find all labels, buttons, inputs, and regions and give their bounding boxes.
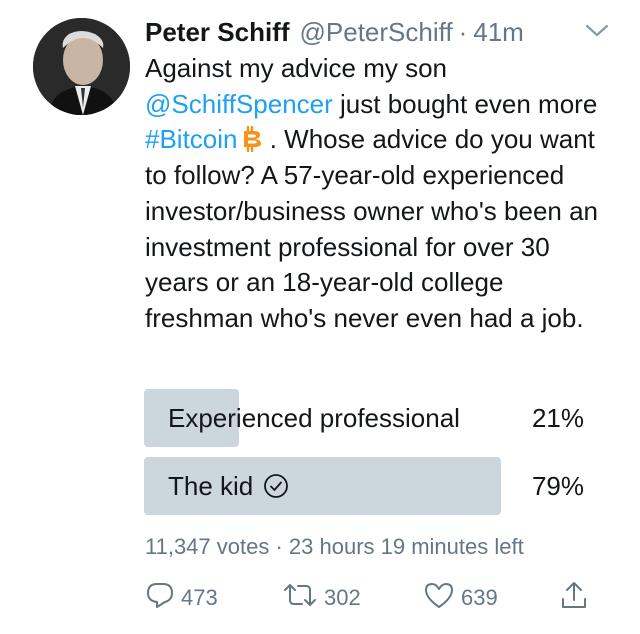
share-button[interactable] bbox=[559, 578, 595, 618]
reply-button[interactable]: 473 bbox=[145, 578, 218, 618]
avatar[interactable] bbox=[33, 18, 130, 115]
poll: Experienced professional 21% The kid 79% bbox=[144, 389, 596, 525]
author-handle[interactable]: @PeterSchiff bbox=[300, 17, 453, 48]
poll-option-label: The kid bbox=[168, 457, 289, 515]
check-circle-icon bbox=[263, 473, 289, 499]
reply-icon bbox=[145, 580, 181, 616]
poll-option-kid: The kid 79% bbox=[144, 457, 596, 515]
poll-option-percent: 79% bbox=[531, 470, 584, 501]
poll-option-experienced: Experienced professional 21% bbox=[144, 389, 596, 447]
bitcoin-icon bbox=[241, 126, 263, 153]
poll-option-text: Experienced professional bbox=[168, 402, 460, 433]
reply-count: 473 bbox=[181, 585, 218, 610]
tweet-text: Against my advice my son @SchiffSpencer … bbox=[145, 51, 615, 337]
retweet-count: 302 bbox=[324, 585, 361, 610]
tweet-text-part2: just bought even more bbox=[332, 88, 598, 119]
poll-option-percent: 21% bbox=[531, 402, 584, 433]
like-icon bbox=[423, 580, 461, 616]
tweet-actions: 473 302 639 bbox=[145, 578, 605, 618]
tweet-header: Peter Schiff @PeterSchiff · 41m bbox=[145, 14, 616, 50]
poll-option-text: The kid bbox=[168, 470, 254, 501]
poll-option-label: Experienced professional bbox=[168, 389, 460, 447]
author-name[interactable]: Peter Schiff bbox=[145, 17, 290, 48]
chevron-down-icon[interactable] bbox=[584, 20, 610, 40]
retweet-icon bbox=[282, 580, 324, 616]
tweet-text-part1: Against my advice my son bbox=[145, 53, 448, 83]
mention-link[interactable]: @SchiffSpencer bbox=[145, 89, 333, 119]
tweet-text-part3: . Whose advice do you want to follow? A … bbox=[145, 124, 599, 333]
separator-dot: · bbox=[458, 16, 468, 47]
retweet-button[interactable]: 302 bbox=[282, 578, 361, 618]
like-button[interactable]: 639 bbox=[423, 578, 498, 618]
like-count: 639 bbox=[461, 585, 498, 610]
tweet-timestamp[interactable]: 41m bbox=[473, 17, 524, 48]
hashtag-link[interactable]: #Bitcoin bbox=[145, 124, 238, 154]
tweet[interactable]: Peter Schiff @PeterSchiff · 41m Against … bbox=[0, 0, 640, 634]
share-icon bbox=[559, 579, 595, 617]
poll-meta: 11,347 votes · 23 hours 19 minutes left bbox=[145, 534, 524, 559]
